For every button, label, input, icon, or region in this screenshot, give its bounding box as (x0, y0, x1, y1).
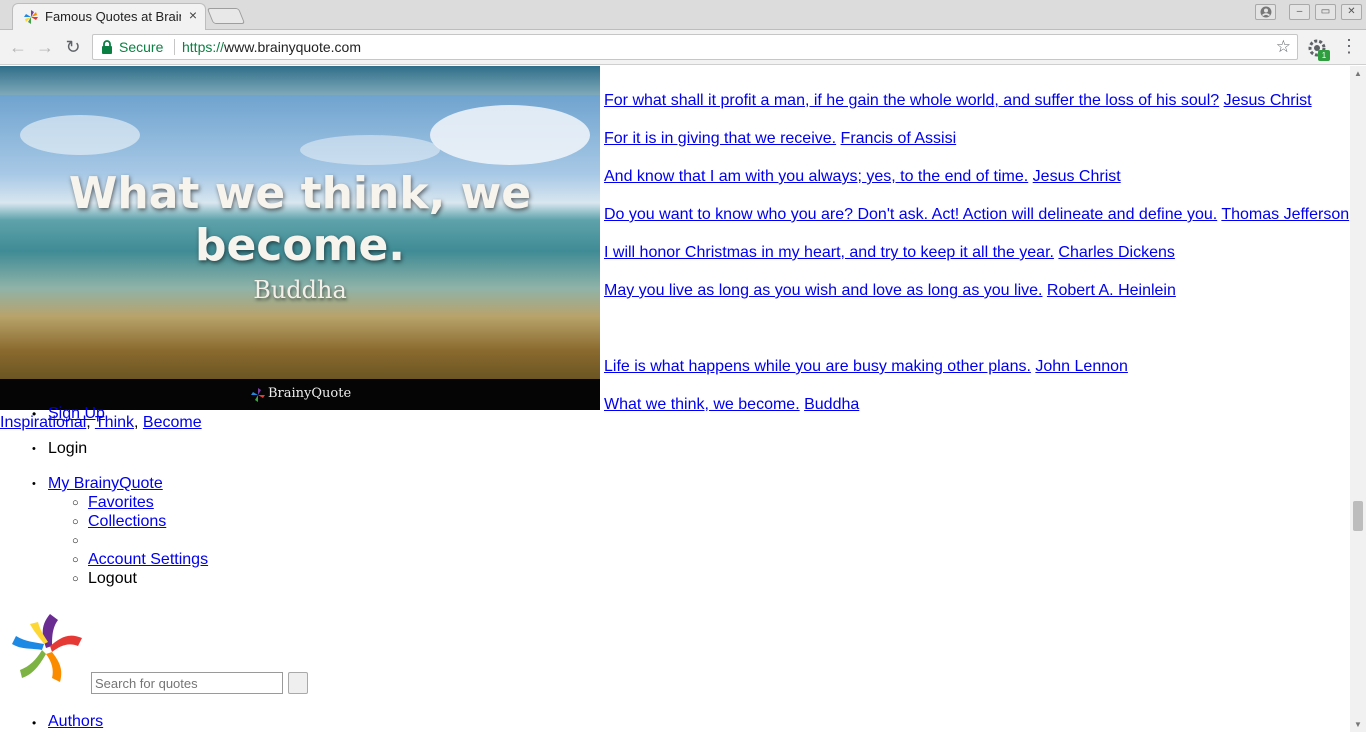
quote-item: Do you want to know who you are? Don't a… (604, 206, 1349, 224)
author-link[interactable]: Jesus Christ (1224, 92, 1312, 109)
list-bullet-hollow: ○ (72, 516, 79, 528)
my-brainyquote-link[interactable]: My BrainyQuote (48, 475, 163, 493)
quote-image[interactable]: What we think, we become. Buddha BrainyQ… (0, 66, 600, 410)
back-icon[interactable]: ← (7, 36, 29, 58)
list-bullet-hollow: ○ (72, 554, 79, 566)
author-link[interactable]: Robert A. Heinlein (1047, 282, 1176, 299)
browser-tab[interactable]: Famous Quotes at BrainyQuote × (12, 3, 206, 30)
quote-item: Life is what happens while you are busy … (604, 358, 1128, 376)
logout-item[interactable]: Logout (88, 570, 137, 588)
quote-tags: Inspirational, Think, Become (0, 414, 202, 431)
author-link[interactable]: John Lennon (1035, 358, 1128, 375)
quote-item: I will honor Christmas in my heart, and … (604, 244, 1175, 262)
scroll-down-icon[interactable]: ▼ (1354, 720, 1362, 729)
page-viewport: What we think, we become. Buddha BrainyQ… (0, 66, 1350, 732)
list-bullet-hollow: ○ (72, 497, 79, 509)
authors-link[interactable]: Authors (48, 713, 103, 731)
brainyquote-mark-icon (251, 388, 265, 402)
hero-brand-text: BrainyQuote (268, 386, 352, 401)
browser-menu-icon[interactable]: ⋮ (1340, 36, 1358, 57)
toolbar: ← → ↻ Secure https://www.brainyquote.com… (0, 30, 1366, 65)
author-link[interactable]: Francis of Assisi (841, 130, 957, 147)
cloud-shape (20, 115, 140, 155)
list-bullet-hollow: ○ (72, 535, 79, 547)
author-link[interactable]: Buddha (804, 396, 859, 413)
quote-link[interactable]: For what shall it profit a man, if he ga… (604, 92, 1219, 109)
favorites-link[interactable]: Favorites (88, 494, 154, 512)
url-scheme: https:// (182, 39, 225, 55)
author-link[interactable]: Charles Dickens (1058, 244, 1174, 261)
hero-top-strip (0, 66, 600, 95)
quote-link[interactable]: Life is what happens while you are busy … (604, 358, 1031, 375)
close-window-button[interactable]: ✕ (1341, 4, 1362, 20)
bookmark-star-icon[interactable]: ☆ (1276, 37, 1291, 57)
cloud-shape (430, 105, 590, 165)
quote-link[interactable]: May you live as long as you wish and lov… (604, 282, 1042, 299)
author-link[interactable]: Thomas Jefferson (1221, 206, 1349, 223)
quote-item: And know that I am with you always; yes,… (604, 168, 1121, 186)
scroll-thumb[interactable] (1353, 501, 1363, 531)
scroll-up-icon[interactable]: ▲ (1354, 69, 1362, 78)
tag-link[interactable]: Think (95, 414, 134, 431)
new-tab-button[interactable] (206, 8, 246, 24)
account-settings-link[interactable]: Account Settings (88, 551, 208, 569)
quote-item: For it is in giving that we receive. Fra… (604, 130, 956, 148)
secure-label: Secure (119, 39, 164, 55)
forward-icon[interactable]: → (34, 36, 56, 58)
address-bar[interactable]: Secure https://www.brainyquote.com ☆ (92, 34, 1298, 60)
search-button[interactable] (288, 672, 308, 694)
list-bullet-hollow: ○ (72, 573, 79, 585)
tag-link[interactable]: Inspirational (0, 414, 86, 431)
quote-link[interactable]: What we think, we become. (604, 396, 800, 413)
author-link[interactable]: Jesus Christ (1033, 168, 1121, 185)
tab-close-icon[interactable]: × (189, 7, 197, 23)
list-bullet: • (32, 443, 36, 455)
search-input[interactable] (91, 672, 283, 694)
vertical-scrollbar[interactable]: ▲ ▼ (1350, 66, 1366, 732)
list-bullet: • (32, 716, 37, 730)
brainyquote-favicon-icon (24, 10, 38, 24)
collections-link[interactable]: Collections (88, 513, 166, 531)
quote-link[interactable]: For it is in giving that we receive. (604, 130, 836, 147)
quote-link[interactable]: I will honor Christmas in my heart, and … (604, 244, 1054, 261)
profile-button[interactable] (1255, 4, 1276, 20)
minimize-button[interactable]: – (1289, 4, 1310, 20)
url-text[interactable]: https://www.brainyquote.com (182, 39, 361, 55)
brainyquote-logo-icon[interactable] (12, 612, 84, 684)
hero-author-text: Buddha (253, 276, 347, 304)
url-host: www.brainyquote.com (224, 39, 361, 55)
maximize-button[interactable]: ▭ (1315, 4, 1336, 20)
extension-badge: 1 (1318, 50, 1330, 61)
hero-quote-text: What we think, we become. (68, 168, 532, 271)
omnibox-divider (174, 39, 175, 55)
list-bullet: • (32, 478, 36, 490)
login-item[interactable]: Login (48, 440, 87, 458)
quote-link[interactable]: Do you want to know who you are? Don't a… (604, 206, 1217, 223)
quote-item: For what shall it profit a man, if he ga… (604, 92, 1312, 110)
quote-item: What we think, we become. Buddha (604, 396, 859, 414)
tab-strip: Famous Quotes at BrainyQuote × – ▭ ✕ (0, 0, 1366, 30)
cloud-shape (300, 135, 440, 165)
reload-icon[interactable]: ↻ (62, 36, 84, 58)
quote-item: May you live as long as you wish and lov… (604, 282, 1176, 300)
tag-link[interactable]: Become (143, 414, 202, 431)
lock-icon (102, 40, 112, 54)
quote-link[interactable]: And know that I am with you always; yes,… (604, 168, 1028, 185)
profile-icon (1260, 6, 1271, 18)
tab-title: Famous Quotes at BrainyQuote (45, 9, 181, 24)
